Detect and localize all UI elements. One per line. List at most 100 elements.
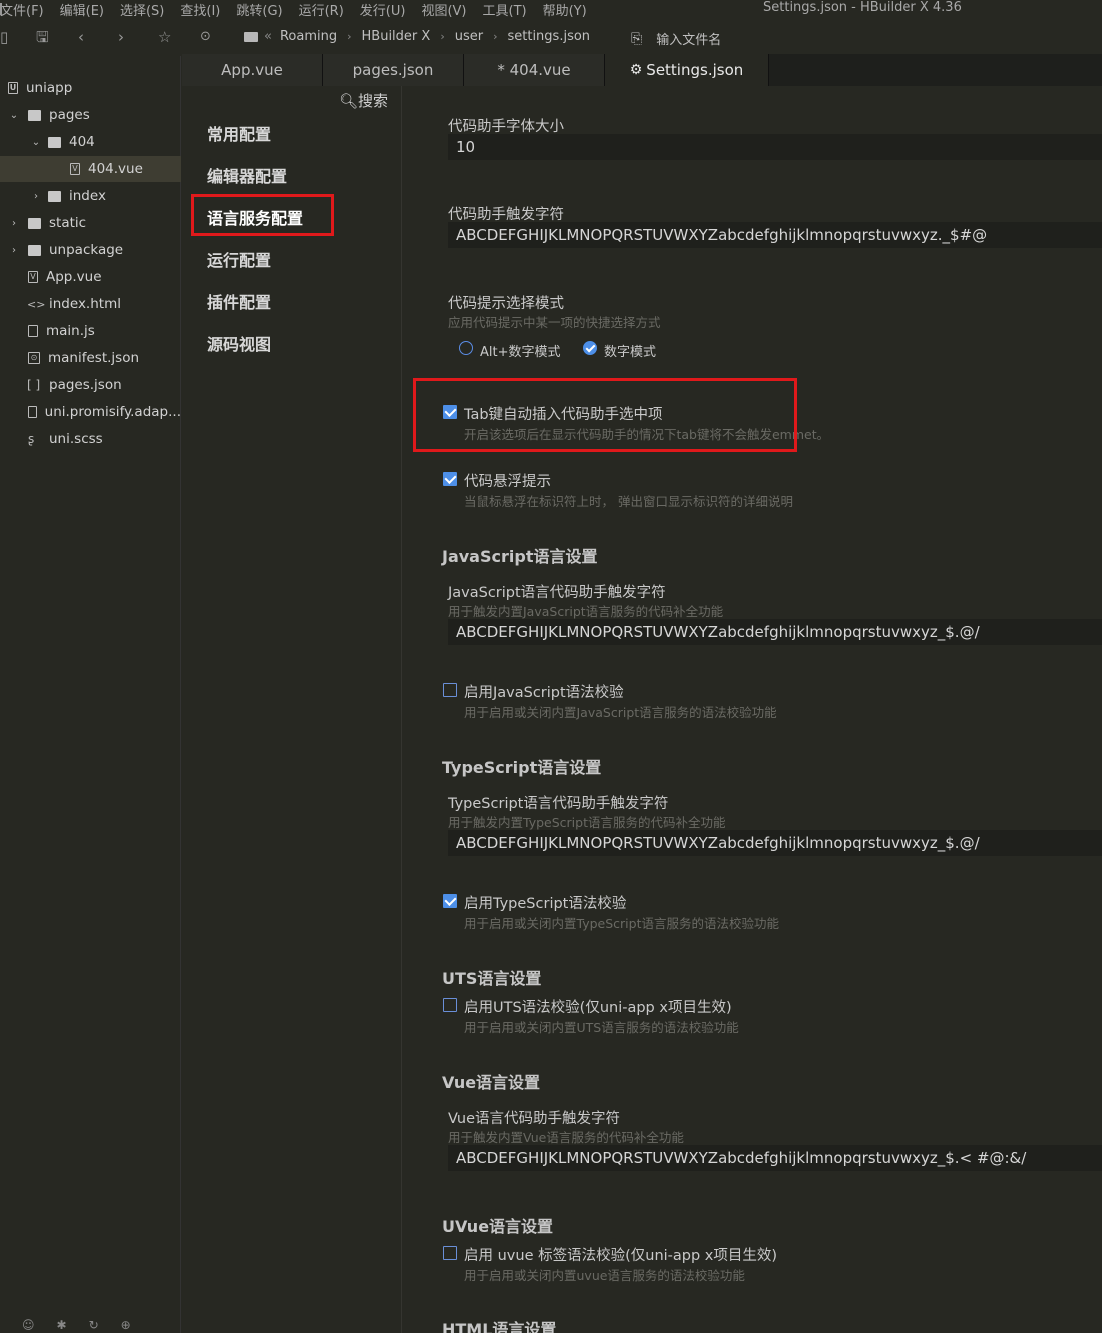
uvue-section-header: UVue语言设置	[442, 1217, 554, 1236]
user-icon[interactable]: ☺	[22, 1318, 35, 1333]
globe-icon[interactable]: ⊕	[121, 1318, 131, 1333]
select-mode-desc: 应用代码提示中某一项的快捷选择方式	[448, 315, 661, 330]
nav-common[interactable]: 常用配置	[207, 121, 271, 145]
new-file-icon[interactable]: ▯	[0, 28, 8, 46]
js-section-header: JavaScript语言设置	[442, 547, 598, 566]
gear-icon: ⚙	[629, 62, 643, 78]
ts-section-header: TypeScript语言设置	[442, 758, 602, 777]
breadcrumb-user[interactable]: user	[455, 29, 483, 44]
radio-alt-mode-label: Alt+数字模式	[480, 345, 561, 360]
folder-icon	[28, 217, 41, 229]
chevron-right-icon[interactable]: ›	[30, 191, 42, 202]
forward-icon[interactable]: ›	[118, 28, 124, 46]
menu-run[interactable]: 运行(R)	[299, 0, 344, 19]
save-icon[interactable]: 🖫	[36, 28, 49, 46]
back-icon[interactable]: ‹	[78, 28, 84, 46]
folder-icon	[48, 136, 61, 148]
tree-item-label: pages	[49, 107, 90, 123]
tree-item-manifest[interactable]: ⊙ manifest.json	[0, 345, 181, 371]
breadcrumb-hbuilder[interactable]: HBuilder X	[362, 29, 431, 44]
tree-item-index-html[interactable]: <> index.html	[0, 291, 181, 317]
menu-file[interactable]: 文件(F)	[0, 0, 44, 19]
radio-number-mode-label: 数字模式	[604, 345, 657, 360]
radio-number-mode[interactable]	[583, 341, 597, 355]
menu-select[interactable]: 选择(S)	[120, 0, 164, 19]
tree-item-label: main.js	[46, 323, 95, 339]
menu-publish[interactable]: 发行(U)	[360, 0, 406, 19]
tree-item-pages[interactable]: ⌄ pages	[0, 102, 181, 128]
js-trigger-label: JavaScript语言代码助手触发字符	[448, 585, 666, 601]
folder-icon	[244, 31, 258, 42]
menu-edit[interactable]: 编辑(E)	[60, 0, 104, 19]
chevron-right-icon[interactable]: ›	[8, 245, 20, 256]
tree-item-label: unpackage	[49, 242, 124, 258]
tree-item-label: uni.promisify.adap...	[44, 404, 181, 420]
run-icon[interactable]: ⊙	[200, 28, 211, 46]
tab-404-vue[interactable]: * 404.vue	[464, 54, 605, 86]
font-size-input[interactable]: 10	[448, 134, 1102, 160]
tree-item-label: index.html	[49, 296, 121, 312]
menu-view[interactable]: 视图(V)	[421, 0, 466, 19]
tree-item-uniapp[interactable]: U uniapp	[0, 75, 181, 101]
vue-file-icon: V	[70, 163, 80, 175]
chevron-down-icon[interactable]: ⌄	[8, 110, 20, 121]
highlight-box-option	[413, 378, 797, 452]
tab-settings-json[interactable]: ⚙ Settings.json	[605, 54, 769, 86]
bug-icon[interactable]: ✱	[57, 1318, 67, 1333]
tree-item-app-vue[interactable]: V App.vue	[0, 264, 181, 290]
uvue-lint-label: 启用 uvue 标签语法校验(仅uni-app x项目生效)	[464, 1248, 778, 1264]
tab-app-vue[interactable]: App.vue	[182, 54, 323, 86]
vue-trigger-input[interactable]: ABCDEFGHIJKLMNOPQRSTUVWXYZabcdefghijklmn…	[448, 1145, 1102, 1171]
uts-lint-checkbox[interactable]	[443, 998, 457, 1012]
settings-search[interactable]: 🔍︎搜索	[339, 90, 388, 111]
tree-item-404-vue[interactable]: V 404.vue	[0, 156, 181, 182]
tree-item-unpackage[interactable]: › unpackage	[0, 237, 181, 263]
tree-item-pages-json[interactable]: [ ] pages.json	[0, 372, 181, 398]
chevron-right-icon: ›	[440, 30, 445, 43]
chevron-down-icon[interactable]: ⌄	[30, 137, 42, 148]
hover-checkbox[interactable]	[443, 472, 457, 486]
radio-alt-mode[interactable]	[459, 341, 473, 355]
tab-pages-json[interactable]: pages.json	[323, 54, 464, 86]
uvue-lint-checkbox[interactable]	[443, 1246, 457, 1260]
ts-trigger-label: TypeScript语言代码助手触发字符	[448, 796, 669, 812]
menu-help[interactable]: 帮助(Y)	[543, 0, 587, 19]
ts-lint-checkbox[interactable]	[443, 894, 457, 908]
star-icon[interactable]: ☆	[158, 28, 171, 46]
file-search-icon: ⎘	[631, 30, 643, 47]
json-file-icon: [ ]	[27, 378, 41, 392]
tree-item-404-folder[interactable]: ⌄ 404	[0, 129, 181, 155]
chevron-right-icon[interactable]: ›	[8, 218, 20, 229]
menu-tools[interactable]: 工具(T)	[483, 0, 527, 19]
tree-item-label: uni.scss	[49, 431, 103, 447]
hbuilder-window: 文件(F) 编辑(E) 选择(S) 查找(I) 跳转(G) 运行(R) 发行(U…	[0, 0, 1102, 1333]
breadcrumb-settings[interactable]: settings.json	[507, 29, 590, 44]
tree-item-main-js[interactable]: main.js	[0, 318, 181, 344]
tree-item-index[interactable]: › index	[0, 183, 181, 209]
hover-desc: 当鼠标悬浮在标识符上时， 弹出窗口显示标识符的详细说明	[464, 494, 793, 509]
search-icon: 🔍︎	[339, 92, 359, 110]
file-search[interactable]: ⎘ 输入文件名	[631, 29, 721, 49]
uts-lint-label: 启用UTS语法校验(仅uni-app x项目生效)	[464, 1000, 732, 1016]
tree-item-uni-scss[interactable]: ʂ uni.scss	[0, 426, 181, 452]
breadcrumb-roaming[interactable]: Roaming	[280, 29, 337, 44]
refresh-icon[interactable]: ↻	[89, 1318, 99, 1333]
highlight-box-nav	[191, 194, 334, 236]
js-lint-checkbox[interactable]	[443, 683, 457, 697]
file-search-input[interactable]: 输入文件名	[656, 29, 721, 48]
nav-editor[interactable]: 编辑器配置	[207, 163, 287, 187]
menu-find[interactable]: 查找(I)	[180, 0, 220, 19]
trigger-input[interactable]: ABCDEFGHIJKLMNOPQRSTUVWXYZabcdefghijklmn…	[448, 222, 1102, 248]
nav-plugins[interactable]: 插件配置	[207, 289, 271, 313]
nav-source-view[interactable]: 源码视图	[207, 331, 271, 355]
js-trigger-input[interactable]: ABCDEFGHIJKLMNOPQRSTUVWXYZabcdefghijklmn…	[448, 619, 1102, 645]
sidebar-bottom-bar: ☺ ✱ ↻ ⊕	[0, 1318, 181, 1333]
menu-goto[interactable]: 跳转(G)	[236, 0, 282, 19]
tree-item-uni-promisify[interactable]: uni.promisify.adap...	[0, 399, 181, 425]
tree-item-label: index	[69, 188, 106, 204]
nav-run[interactable]: 运行配置	[207, 247, 271, 271]
font-size-label: 代码助手字体大小	[448, 119, 564, 135]
tree-item-label: manifest.json	[48, 350, 140, 366]
ts-trigger-input[interactable]: ABCDEFGHIJKLMNOPQRSTUVWXYZabcdefghijklmn…	[448, 830, 1102, 856]
tree-item-static[interactable]: › static	[0, 210, 181, 236]
